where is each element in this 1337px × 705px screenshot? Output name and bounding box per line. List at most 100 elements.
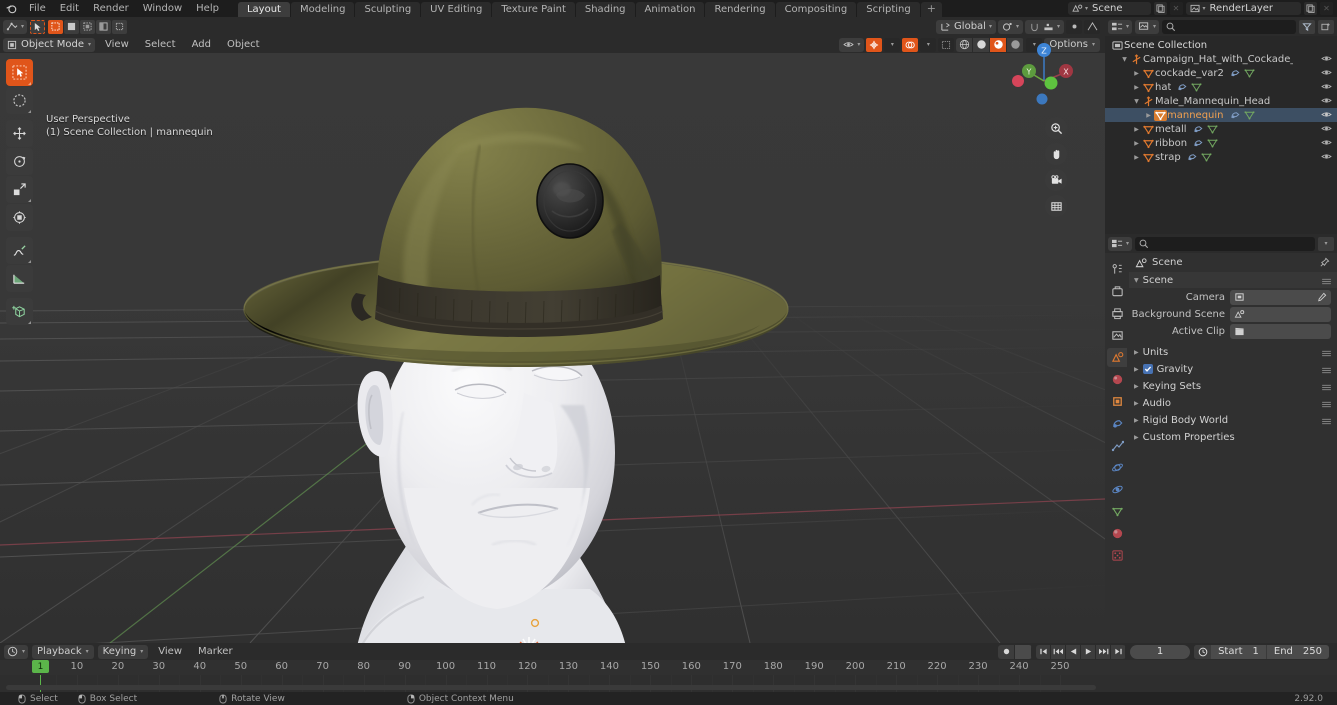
tool-move[interactable] (6, 120, 33, 147)
background-scene-field[interactable] (1230, 306, 1331, 322)
disclosure-closed-icon[interactable]: ▶ (1143, 112, 1154, 119)
properties-tab-render[interactable] (1107, 282, 1127, 301)
properties-tab-view-layer[interactable] (1107, 326, 1127, 345)
navigation-gizmo[interactable]: Z Y X (1008, 39, 1080, 111)
tab-scripting[interactable]: Scripting (857, 2, 920, 17)
select-subtract-button[interactable] (80, 19, 96, 34)
proportional-falloff-selector[interactable] (1084, 19, 1100, 34)
wireframe-shading-button[interactable] (956, 37, 974, 52)
select-set-button[interactable] (48, 19, 64, 34)
properties-tab-tool[interactable] (1107, 260, 1127, 279)
timeline-editor[interactable]: ▾ Playback ▾ Keying ▾ View Marker 1 Star… (0, 643, 1337, 692)
hide-in-viewport-icon[interactable] (1321, 82, 1332, 94)
outliner-search-input[interactable] (1162, 19, 1296, 34)
tab-texture-paint[interactable]: Texture Paint (492, 2, 575, 17)
menu-window[interactable]: Window (136, 0, 189, 17)
camera-icon[interactable] (1045, 169, 1067, 191)
tool-annotate[interactable] (6, 237, 33, 264)
gravity-checkbox[interactable] (1142, 364, 1153, 374)
menu-edit[interactable]: Edit (53, 0, 86, 17)
xray-toggle[interactable] (938, 37, 955, 52)
panel-units-header[interactable]: ▶ Units (1129, 344, 1337, 360)
outliner-row-male-mannequin-head[interactable]: ▼ Male_Mannequin_Head (1105, 94, 1337, 108)
hand-icon[interactable] (1045, 143, 1067, 165)
hide-in-viewport-icon[interactable] (1321, 124, 1332, 136)
delete-view-layer-button[interactable]: ✕ (1320, 2, 1333, 15)
viewport-menu-object[interactable]: Object (221, 36, 266, 53)
menu-file[interactable]: File (22, 0, 53, 17)
properties-search-input[interactable] (1135, 236, 1315, 251)
properties-tab-world[interactable] (1107, 370, 1127, 389)
material-preview-shading-button[interactable] (990, 37, 1008, 52)
hide-in-viewport-icon[interactable] (1321, 152, 1332, 164)
properties-editor-type-selector[interactable]: ▾ (1108, 236, 1133, 251)
tab-modeling[interactable]: Modeling (290, 2, 355, 17)
delete-scene-button[interactable]: ✕ (1169, 2, 1183, 15)
end-frame-field[interactable]: End 250 (1267, 645, 1329, 659)
outliner-row-campaign-hat[interactable]: ▼ Campaign_Hat_with_Cockade_Green_on_Ma (1105, 52, 1337, 66)
properties-tab-constraints[interactable] (1107, 480, 1127, 499)
properties-tab-modifier[interactable] (1107, 414, 1127, 433)
viewport-menu-select[interactable]: Select (139, 36, 182, 53)
timeline-ruler[interactable]: 10 20 30 40 50 60 70 80 90 100 110 120 130 140 150 160 1… (0, 660, 1337, 675)
jump-to-start-button[interactable] (1036, 644, 1052, 659)
play-button[interactable] (1081, 644, 1097, 659)
disclosure-closed-icon[interactable]: ▶ (1131, 84, 1142, 91)
tool-scale[interactable] (6, 176, 33, 203)
panel-custom-properties-header[interactable]: ▶ Custom Properties (1129, 429, 1337, 445)
show-gizmo-toggle[interactable] (866, 37, 883, 52)
outliner-row-mannequin[interactable]: ▶ mannequin (1105, 108, 1337, 122)
editor-type-selector[interactable]: ▾ (3, 19, 28, 34)
blender-logo-icon[interactable] (0, 0, 22, 17)
hide-in-viewport-icon[interactable] (1321, 110, 1332, 122)
viewport-canvas[interactable]: User Perspective (1) Scene Collection | … (0, 53, 1105, 643)
disclosure-open-icon[interactable]: ▼ (1119, 56, 1130, 63)
properties-tab-material[interactable] (1107, 524, 1127, 543)
hide-in-viewport-icon[interactable] (1321, 54, 1332, 66)
tweak-mode-button[interactable] (30, 19, 46, 34)
tab-layout[interactable]: Layout (237, 2, 290, 17)
tab-rendering[interactable]: Rendering (705, 2, 775, 17)
current-frame-field[interactable]: 1 (1130, 644, 1191, 659)
view-layer-selector[interactable]: ▾ RenderLayer (1185, 2, 1301, 15)
properties-tab-scene[interactable] (1107, 348, 1127, 367)
eyedropper-icon[interactable] (1316, 292, 1327, 306)
tool-tweak[interactable] (6, 59, 33, 86)
timeline-editor-type-selector[interactable]: ▾ (4, 644, 29, 659)
timeline-horizontal-scrollbar[interactable] (6, 685, 1096, 690)
auto-keying-toggle[interactable] (998, 644, 1016, 659)
properties-editor[interactable]: ▾ ▾ Scene ▼ Scene Camera Background Scen… (1105, 234, 1337, 643)
tab-uv-editing[interactable]: UV Editing (421, 2, 492, 17)
play-reverse-button[interactable] (1066, 644, 1082, 659)
disclosure-closed-icon[interactable]: ▶ (1131, 154, 1142, 161)
transform-orientation-selector[interactable]: Global ▾ (936, 19, 996, 34)
select-extend-button[interactable] (64, 19, 80, 34)
menu-render[interactable]: Render (86, 0, 136, 17)
start-frame-field[interactable]: Start 1 (1211, 644, 1267, 659)
tab-sculpting[interactable]: Sculpting (355, 2, 421, 17)
tab-animation[interactable]: Animation (635, 2, 705, 17)
viewport-menu-view[interactable]: View (99, 36, 135, 53)
properties-tab-object[interactable] (1107, 392, 1127, 411)
properties-tab-texture[interactable] (1107, 546, 1127, 565)
outliner-filter-button[interactable] (1299, 19, 1315, 34)
solid-shading-button[interactable] (973, 37, 991, 52)
hide-in-viewport-icon[interactable] (1321, 68, 1332, 80)
proportional-editing-toggle[interactable] (1066, 19, 1082, 34)
tool-transform[interactable] (6, 204, 33, 231)
timeline-menu-view[interactable]: View (152, 646, 188, 657)
panel-rigid-body-world-header[interactable]: ▶ Rigid Body World (1129, 412, 1337, 428)
tool-rotate[interactable] (6, 148, 33, 175)
timeline-playhead[interactable]: 1 (32, 660, 49, 673)
select-invert-button[interactable] (96, 19, 112, 34)
properties-tab-data[interactable] (1107, 502, 1127, 521)
select-intersect-button[interactable] (112, 19, 128, 34)
panel-gravity-header[interactable]: ▶ Gravity (1129, 361, 1337, 377)
jump-to-end-button[interactable] (1111, 644, 1127, 659)
keying-popover-button[interactable]: Keying ▾ (97, 644, 149, 659)
overlay-options-dropdown[interactable]: ▾ (920, 37, 937, 52)
hide-in-viewport-icon[interactable] (1321, 96, 1332, 108)
timeline-menu-marker[interactable]: Marker (192, 646, 239, 657)
jump-to-prev-keyframe-button[interactable] (1051, 644, 1067, 659)
outliner-row-ribbon[interactable]: ▶ ribbon (1105, 136, 1337, 150)
